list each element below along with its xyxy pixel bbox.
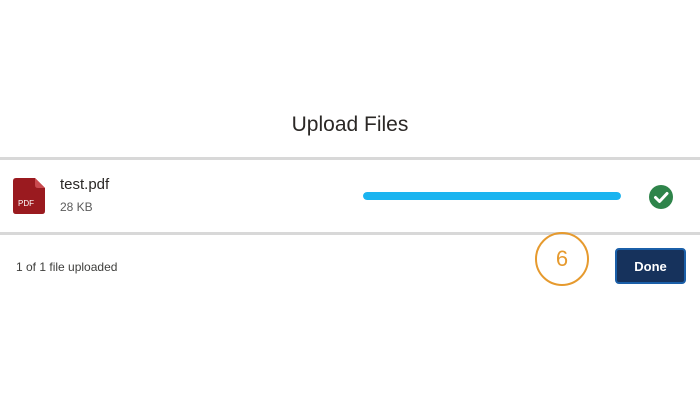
file-size: 28 KB: [60, 200, 93, 214]
upload-progress-fill: [363, 192, 621, 200]
upload-files-modal: Upload Files PDF test.pdf 28 KB 1 of 1 f…: [0, 0, 700, 394]
pdf-icon-label: PDF: [18, 199, 34, 208]
check-circle-icon: [649, 185, 673, 209]
divider-bottom: [0, 232, 700, 235]
done-button[interactable]: Done: [615, 248, 686, 284]
step-number-marker: 6: [535, 232, 589, 286]
pdf-file-icon: PDF: [13, 178, 45, 214]
file-name: test.pdf: [60, 176, 110, 193]
upload-progress-bar: [363, 192, 621, 200]
upload-status-text: 1 of 1 file uploaded: [16, 260, 118, 274]
modal-title: Upload Files: [291, 113, 409, 136]
file-row: PDF test.pdf 28 KB: [0, 160, 700, 232]
